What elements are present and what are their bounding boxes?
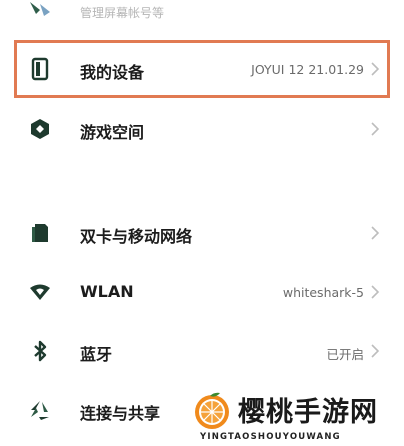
watermark-subtitle: YINGTAOSHOUYOUWANG [200,432,341,442]
dual-sim-label: 双卡与移动网络 [80,227,193,246]
wlan-row[interactable]: WLAN whiteshark-5 [0,264,404,320]
account-icon [30,2,50,16]
bluetooth-row[interactable]: 蓝牙 已开启 [0,323,404,379]
wlan-network-name: whiteshark-5 [282,285,364,300]
dual-sim-row[interactable]: 双卡与移动网络 [0,205,404,261]
game-space-icon [31,119,49,139]
wlan-label: WLAN [80,282,134,301]
chevron-right-icon [371,285,380,299]
site-watermark: 樱桃手游网 YINGTAOSHOUYOUWANG [192,388,404,446]
account-item-partial[interactable]: 管理屏幕帐号等 [0,0,404,30]
wifi-icon [30,284,50,300]
game-space-row[interactable]: 游戏空间 [0,101,404,157]
bluetooth-status: 已开启 [326,347,364,362]
connection-share-label: 连接与共享 [80,404,161,423]
chevron-right-icon [371,122,380,136]
share-cycle-icon [31,401,49,420]
game-space-label: 游戏空间 [80,123,145,142]
bluetooth-icon [34,340,47,362]
chevron-right-icon [371,226,380,240]
watermark-title: 樱桃手游网 [238,397,378,428]
account-item-label: 管理屏幕帐号等 [80,6,165,20]
bluetooth-label: 蓝牙 [80,345,113,364]
chevron-right-icon [371,344,380,358]
section-divider [0,180,404,190]
sim-card-icon [32,224,48,242]
highlight-box [14,40,390,98]
cherry-logo-icon [195,392,229,429]
